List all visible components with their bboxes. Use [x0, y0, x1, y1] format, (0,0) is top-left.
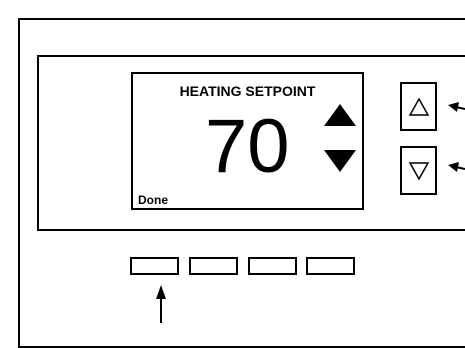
callout-arrows	[156, 102, 465, 323]
soft-key-pointer	[156, 285, 166, 323]
up-button-pointer	[448, 102, 465, 112]
down-button-pointer	[448, 162, 465, 172]
